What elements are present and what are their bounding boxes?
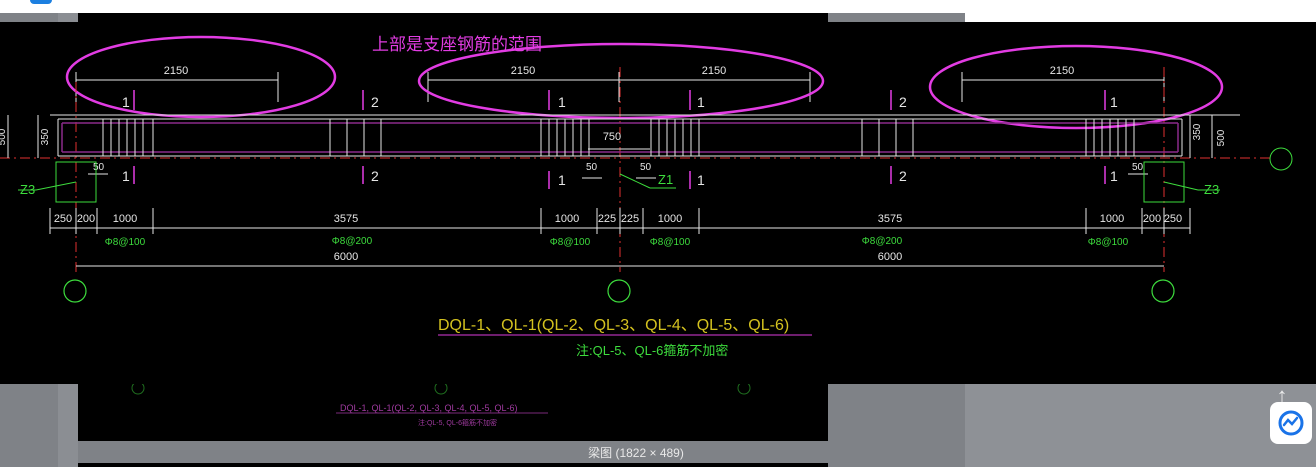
beam-drawing[interactable]: 2150 2150 2150 2150 上部是支座钢筋的范围 750 1 1 2… [0,22,1316,384]
top-dimension: 2150 [164,65,188,77]
column-tag: Z1 [658,172,673,187]
bottom-dimension: 1000 [113,213,137,225]
stirrup-label: Φ8@100 [650,237,691,248]
section-mark: 1 [697,94,705,110]
height-dimension: 350 [1192,123,1203,140]
bottom-dimension: 250 [54,213,72,225]
drawing-note: 注:QL-5、QL-6箍筋不加密 [576,343,728,358]
bottom-dimension: 3575 [334,213,358,225]
section-mark: 1 [558,94,566,110]
assistant-button[interactable] [1270,402,1312,444]
thumb-title: DQL-1, QL-1(QL-2, QL-3, QL-4, QL-5, QL-6… [340,403,518,413]
image-caption: 梁图 (1822 × 489) [588,446,684,460]
small-dimension: 50 [640,162,652,173]
bottom-dimension: 225 [598,213,616,225]
top-dimension: 2150 [511,65,535,77]
bottom-dimension: 1000 [555,213,579,225]
top-dimension: 2150 [702,65,726,77]
section-mark: 1 [558,172,566,188]
section-mark: 2 [371,94,379,110]
column-tag: Z3 [1204,182,1219,197]
section-mark: 1 [122,168,130,184]
top-dimension: 2150 [1050,65,1074,77]
height-dimension: 350 [40,128,51,145]
stirrup-label: Φ8@100 [105,237,146,248]
thumb-note: 注:QL-5, QL-6箍筋不加密 [418,418,497,427]
span-dimension: 6000 [334,251,358,263]
section-mark: 1 [122,94,130,110]
stirrup-label: Φ8@200 [862,236,903,247]
span-dimension: 6000 [878,251,902,263]
center-dimension: 750 [603,131,621,143]
site-logo-fragment [30,0,52,4]
small-dimension: 50 [93,162,105,173]
small-dimension: 50 [1132,162,1144,173]
height-dimension: 500 [1216,129,1227,146]
section-mark: 2 [899,94,907,110]
stirrup-label: Φ8@200 [332,236,373,247]
bottom-dimension: 225 [621,213,639,225]
annotation-text: 上部是支座钢筋的范围 [372,35,542,54]
stirrup-label: Φ8@100 [550,237,591,248]
bottom-dimension: 200 [77,213,95,225]
section-mark: 1 [697,172,705,188]
height-dimension: 500 [0,128,8,145]
small-dimension: 50 [586,162,598,173]
section-mark: 1 [1110,168,1118,184]
sidebar-card [965,0,1316,22]
bottom-dimension: 1000 [658,213,682,225]
bottom-dimension: 200 [1143,213,1161,225]
drawing-title: DQL-1、QL-1(QL-2、QL-3、QL-4、QL-5、QL-6) [438,317,789,334]
ai-assistant-icon [1278,410,1304,436]
column-tag: Z3 [20,182,35,197]
bottom-dimension: 3575 [878,213,902,225]
section-mark: 1 [1110,94,1118,110]
bottom-dimension: 250 [1164,213,1182,225]
next-image-edge [78,463,828,467]
section-mark: 2 [899,168,907,184]
section-mark: 2 [371,168,379,184]
stirrup-label: Φ8@100 [1088,237,1129,248]
bottom-dimension: 1000 [1100,213,1124,225]
